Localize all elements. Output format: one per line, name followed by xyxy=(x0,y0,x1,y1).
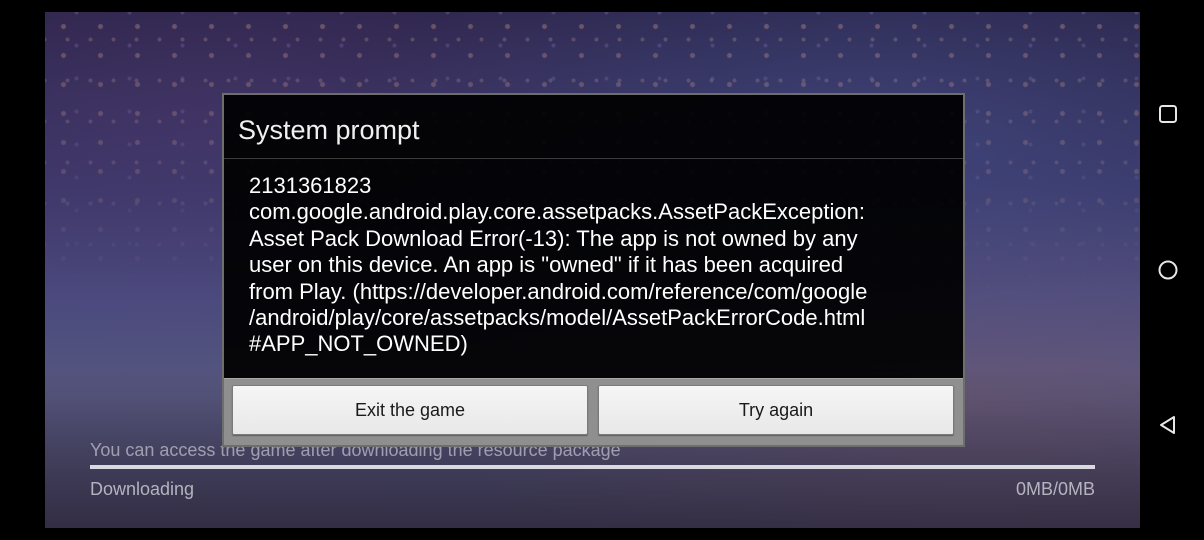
dialog-divider xyxy=(224,158,963,159)
exit-game-button[interactable]: Exit the game xyxy=(232,385,588,435)
dialog-message: 2131361823 com.google.android.play.core.… xyxy=(249,173,949,358)
message-line: user on this device. An app is "owned" i… xyxy=(249,252,844,278)
screen: You can access the game after downloadin… xyxy=(0,0,1204,540)
message-line: #APP_NOT_OWNED) xyxy=(249,331,468,357)
download-size-text: 0MB/0MB xyxy=(1015,479,1095,499)
back-icon xyxy=(1160,416,1175,434)
message-line: from Play. (https://developer.android.co… xyxy=(249,278,868,304)
back-button[interactable] xyxy=(1148,405,1188,445)
message-line: 2131361823 xyxy=(249,173,372,198)
home-button[interactable] xyxy=(1148,250,1188,290)
message-line: /android/play/core/assetpacks/model/Asse… xyxy=(249,305,866,331)
recent-apps-icon xyxy=(1159,105,1177,123)
download-progress-bar xyxy=(90,465,1095,469)
dialog-button-bar: Exit the game Try again xyxy=(224,378,963,445)
download-progress-fill xyxy=(90,465,1095,469)
system-prompt-dialog: System prompt 2131361823 com.google.andr… xyxy=(222,93,965,447)
recent-apps-button[interactable] xyxy=(1148,94,1188,134)
download-status-text: Downloading xyxy=(90,479,195,499)
message-line: Asset Pack Download Error(-13): The app … xyxy=(249,225,858,251)
try-again-button[interactable]: Try again xyxy=(598,385,954,435)
home-icon xyxy=(1158,260,1178,280)
message-line: com.google.android.play.core.assetpacks.… xyxy=(249,199,865,225)
android-navigation-bar xyxy=(1140,0,1204,540)
dialog-title: System prompt xyxy=(238,115,420,145)
